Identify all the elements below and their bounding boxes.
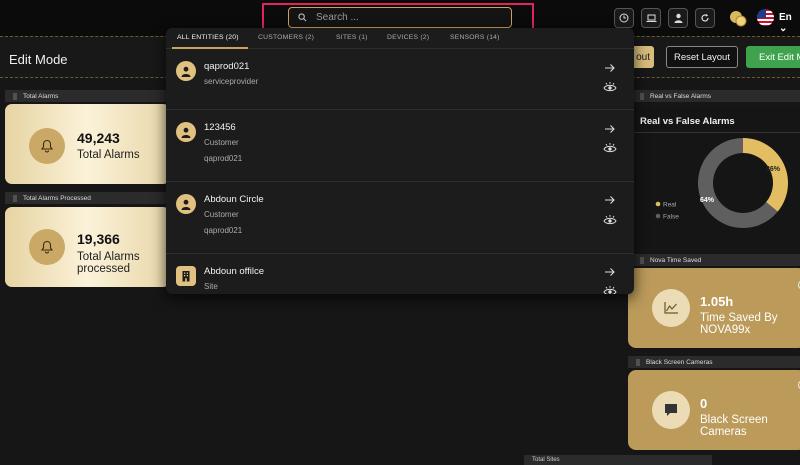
bell-icon <box>29 229 65 265</box>
widget-header-total-sites[interactable]: Total Sites <box>524 455 712 465</box>
result-name: qaprod021 <box>204 61 250 72</box>
eye-icon[interactable] <box>603 142 617 154</box>
exit-edit-mode-button[interactable]: Exit Edit M <box>746 46 800 68</box>
arrow-right-icon[interactable] <box>604 267 616 277</box>
building-icon <box>176 266 196 286</box>
refresh-button[interactable] <box>695 8 715 28</box>
donut-slice-real[interactable] <box>743 138 788 212</box>
widget-header-nova-time-saved[interactable]: Nova Time Saved <box>632 254 800 266</box>
language-selector[interactable]: En ⌄ <box>779 12 800 34</box>
result-type: Site <box>204 282 218 291</box>
arrow-right-icon[interactable] <box>604 124 616 134</box>
real-vs-false-donut-chart: Real False 36% 64% <box>655 138 788 228</box>
user-icon <box>176 61 196 81</box>
eye-icon[interactable] <box>603 285 617 294</box>
result-parent: qaprod021 <box>204 226 243 235</box>
language-label: En <box>779 12 792 23</box>
legend-false-label: False <box>663 214 679 221</box>
result-name: Abdoun Circle <box>204 194 264 205</box>
widget-header-total-alarms-processed[interactable]: Total Alarms Processed <box>5 192 170 204</box>
total-alarms-processed-label-1: Total Alarms <box>77 251 140 263</box>
search-results-dropdown: ALL ENTITIES (20) CUSTOMERS (2) SITES (1… <box>166 28 634 294</box>
widget-header-label: Nova Time Saved <box>650 256 702 264</box>
result-type: Customer <box>204 210 239 219</box>
reset-layout-button[interactable]: Reset Layout <box>666 46 738 68</box>
coins-icon <box>730 11 747 27</box>
user-icon <box>674 13 682 23</box>
total-alarms-processed-value: 19,366 <box>77 231 120 247</box>
drag-handle-icon[interactable] <box>640 256 644 264</box>
eye-icon[interactable] <box>603 214 617 226</box>
arrow-right-icon[interactable] <box>604 63 616 73</box>
widget-header-total-alarms[interactable]: Total Alarms <box>5 90 170 102</box>
result-name: 123456 <box>204 122 236 133</box>
total-alarms-label: Total Alarms <box>77 149 140 161</box>
search-tabs: ALL ENTITIES (20) CUSTOMERS (2) SITES (1… <box>166 28 634 49</box>
pct-real-label: 36% <box>766 166 781 173</box>
devices-button[interactable] <box>641 8 661 28</box>
user-icon <box>176 194 196 214</box>
widget-header-label: Total Alarms <box>23 92 59 100</box>
legend-false-dot <box>655 213 661 219</box>
history-button[interactable] <box>614 8 634 28</box>
search-icon <box>298 13 307 22</box>
nova-time-saved-label-2: NOVA99x <box>700 324 751 336</box>
total-alarms-processed-card: 19,366 Total Alarms processed <box>5 207 170 287</box>
total-alarms-card: 49,243 Total Alarms <box>5 104 170 184</box>
result-type: serviceprovider <box>204 77 259 86</box>
result-parent: qaprod021 <box>204 154 243 163</box>
tab-sensors[interactable]: SENSORS (14) <box>450 34 500 41</box>
chart-icon <box>652 289 690 327</box>
real-vs-false-card: Real vs False Alarms Real False 36% 64% <box>632 107 800 247</box>
nova-time-saved-value: 1.05h <box>700 294 734 309</box>
legend-real-label: Real <box>663 202 677 209</box>
pct-false-label: 64% <box>700 197 715 204</box>
widget-header-real-vs-false[interactable]: Real vs False Alarms <box>632 90 800 102</box>
legend-real-dot <box>655 201 661 207</box>
black-screen-value: 0 <box>700 396 708 411</box>
clock-icon <box>619 13 629 23</box>
widget-header-black-screen[interactable]: Black Screen Cameras <box>628 356 800 368</box>
global-search-box[interactable] <box>288 7 512 28</box>
widget-header-label: Real vs False Alarms <box>650 92 712 100</box>
credits-button[interactable] <box>727 8 749 28</box>
result-name: Abdoun offilce <box>204 266 265 277</box>
search-result-item[interactable]: qaprod021 serviceprovider <box>166 50 634 110</box>
edit-mode-title: Edit Mode <box>9 52 68 67</box>
drag-handle-icon[interactable] <box>636 358 640 366</box>
black-screen-label-1: Black Screen <box>700 414 768 426</box>
tab-customers[interactable]: CUSTOMERS (2) <box>258 34 314 41</box>
refresh-icon <box>701 13 709 22</box>
result-type: Customer <box>204 138 239 147</box>
chevron-down-icon: ⌄ <box>779 23 788 34</box>
search-result-item[interactable]: Abdoun offilce Site <box>166 254 634 294</box>
total-alarms-processed-label-2: processed <box>77 263 131 275</box>
tab-all-entities[interactable]: ALL ENTITIES (20) <box>177 34 239 41</box>
nova-time-saved-label-1: Time Saved By <box>700 312 778 324</box>
total-alarms-value: 49,243 <box>77 130 120 146</box>
message-icon <box>652 391 690 429</box>
tab-devices[interactable]: DEVICES (2) <box>387 34 429 41</box>
drag-handle-icon[interactable] <box>640 92 644 100</box>
widget-header-label: Total Alarms Processed <box>23 194 91 202</box>
bell-icon <box>29 128 65 164</box>
drag-handle-icon[interactable] <box>13 194 17 202</box>
nova-time-saved-card: 1.05h Time Saved By NOVA99x <box>628 268 800 348</box>
user-icon <box>176 122 196 142</box>
search-result-item[interactable]: Abdoun Circle Customer qaprod021 <box>166 182 634 254</box>
drag-handle-icon[interactable] <box>13 92 17 100</box>
widget-header-label: Total Sites <box>532 457 560 463</box>
search-result-item[interactable]: 123456 Customer qaprod021 <box>166 110 634 182</box>
us-flag-icon[interactable] <box>757 9 774 26</box>
tab-sites[interactable]: SITES (1) <box>336 34 368 41</box>
black-screen-label-2: Cameras <box>700 426 747 438</box>
search-input[interactable] <box>316 12 486 23</box>
eye-icon[interactable] <box>603 81 617 93</box>
laptop-icon <box>646 14 656 22</box>
black-screen-cameras-card: 0 Black Screen Cameras <box>628 370 800 450</box>
arrow-right-icon[interactable] <box>604 195 616 205</box>
widget-header-label: Black Screen Cameras <box>646 358 713 366</box>
profile-button[interactable] <box>668 8 688 28</box>
active-tab-indicator <box>172 47 248 49</box>
